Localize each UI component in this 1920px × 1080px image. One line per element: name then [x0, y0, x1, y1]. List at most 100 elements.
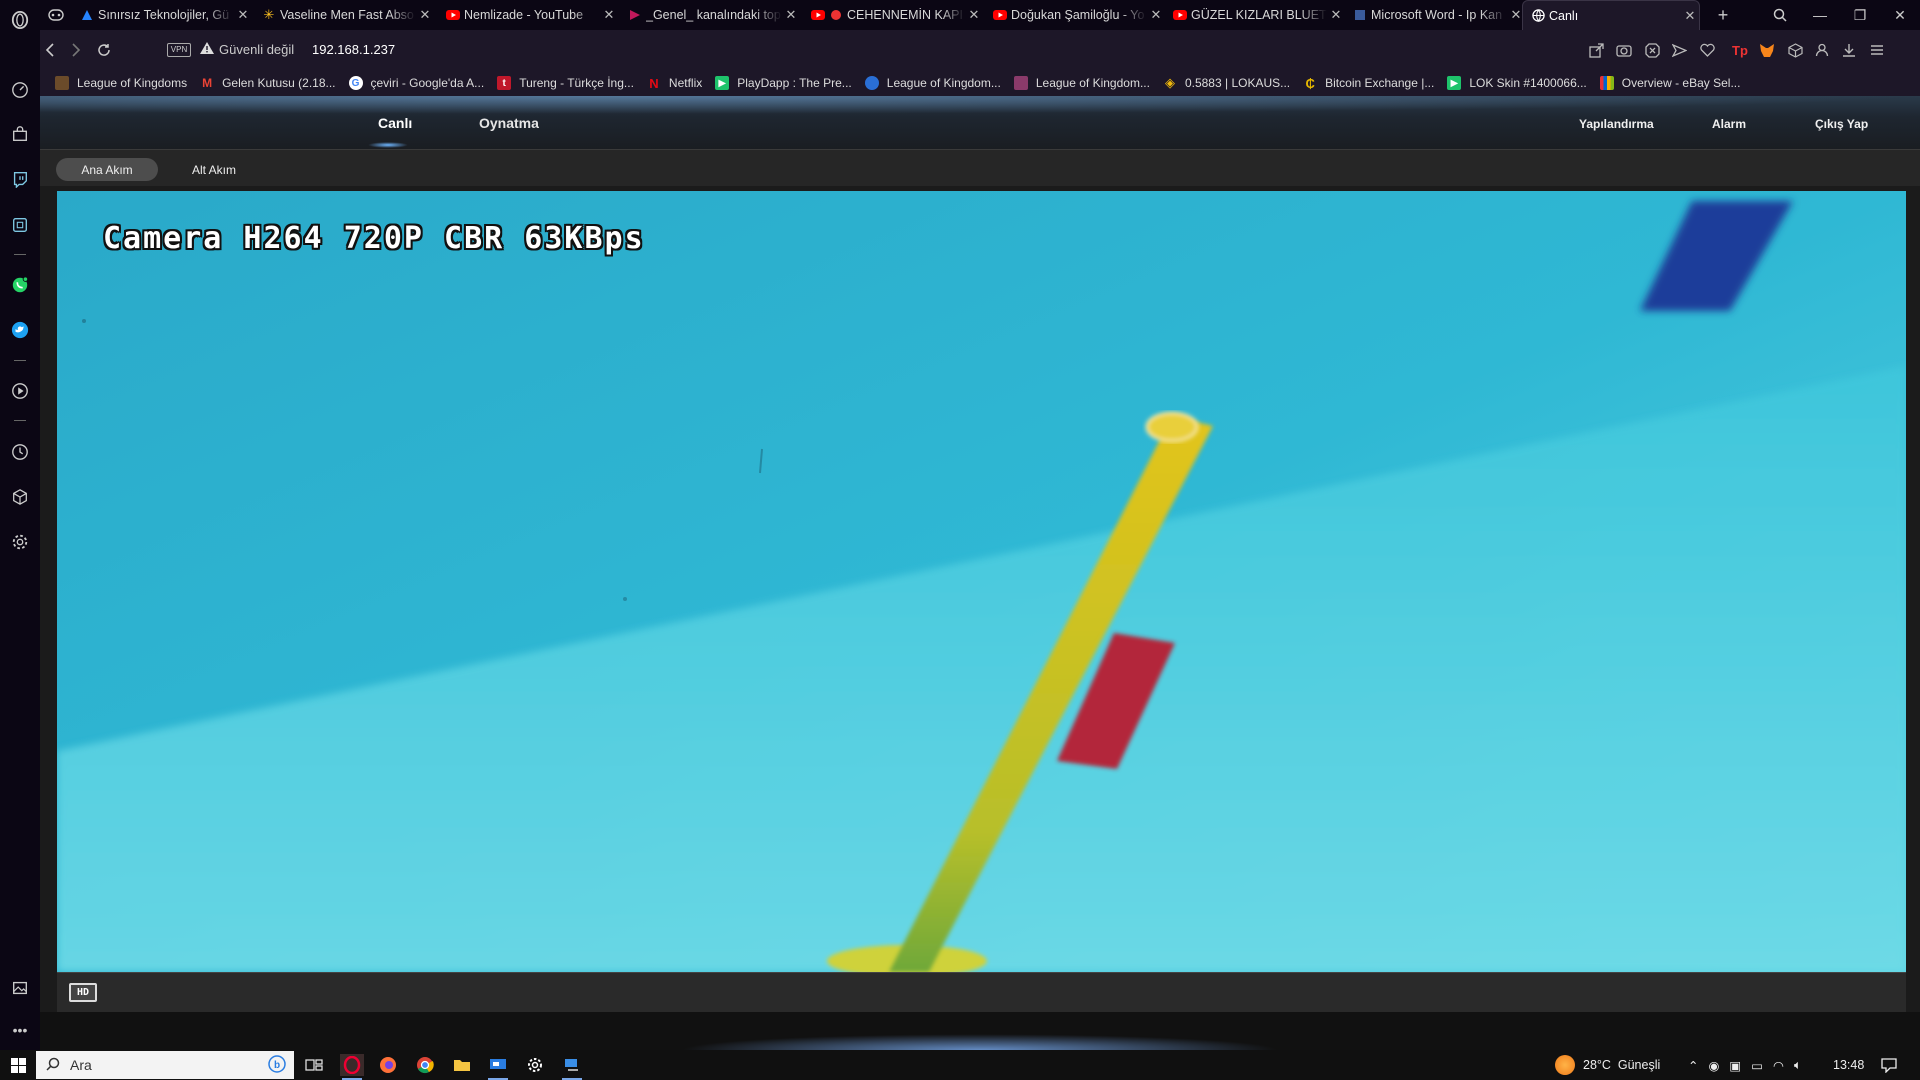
bookmark-item[interactable]: ◈ 0.5883 | LOKAUS...	[1163, 75, 1290, 90]
browser-sidebar: •••	[0, 0, 40, 1050]
bookmark-item[interactable]: ▶ LOK Skin #1400066...	[1447, 76, 1587, 90]
tureng-icon: t	[497, 76, 512, 90]
whatsapp-icon[interactable]	[10, 275, 30, 295]
weather-widget[interactable]: 28°C Güneşli	[1555, 1050, 1660, 1080]
close-icon[interactable]: ✕	[234, 7, 252, 23]
bookmark-item[interactable]: ▶ PlayDapp : The Pre...	[715, 76, 852, 90]
bookmark-item[interactable]: League of Kingdoms	[55, 76, 187, 90]
action-center-icon[interactable]	[1881, 1050, 1897, 1080]
bookmark-item[interactable]: t Tureng - Türkçe İng...	[497, 76, 634, 90]
metamask-fox-icon[interactable]	[1758, 41, 1776, 59]
nav-logout[interactable]: Çıkış Yap	[1815, 117, 1868, 131]
volume-icon[interactable]: 🔈︎	[1794, 1058, 1802, 1073]
live-video-view[interactable]: Camera H264 720P CBR 63KBps	[57, 191, 1906, 972]
window-close-icon[interactable]: ✕	[1880, 0, 1920, 30]
bookmark-item[interactable]: League of Kingdom...	[864, 76, 1001, 90]
tp-extension-icon[interactable]: Tp	[1731, 41, 1749, 59]
search-icon	[46, 1057, 60, 1074]
nav-alarm[interactable]: Alarm	[1712, 117, 1746, 131]
image-gallery-icon[interactable]	[10, 978, 30, 998]
close-icon[interactable]: ✕	[416, 7, 434, 23]
clock[interactable]: 13:48	[1833, 1050, 1864, 1080]
back-icon[interactable]	[40, 40, 60, 60]
remote-desktop-icon[interactable]	[486, 1054, 510, 1080]
send-icon[interactable]	[1670, 41, 1688, 59]
task-view-icon[interactable]	[302, 1054, 326, 1076]
minimize-icon[interactable]: —	[1800, 0, 1840, 30]
vpn-badge[interactable]: VPN	[167, 43, 191, 57]
tab-title: Sınırsız Teknolojiler, Gü	[98, 8, 230, 22]
reload-icon[interactable]	[94, 40, 114, 60]
url-field[interactable]: 192.168.1.237	[312, 42, 395, 57]
tab-8-active[interactable]: Canlı ✕	[1522, 0, 1700, 30]
nav-playback[interactable]: Oynatma	[479, 115, 539, 131]
wifi-icon[interactable]: ◠	[1773, 1058, 1784, 1073]
network-app-icon[interactable]	[560, 1054, 584, 1080]
extensions-cube-icon[interactable]	[10, 487, 30, 507]
close-icon[interactable]: ✕	[1327, 7, 1345, 23]
taskbar-search[interactable]: Ara b	[36, 1051, 294, 1079]
forward-icon[interactable]	[66, 40, 86, 60]
shopping-bag-icon[interactable]	[10, 124, 30, 144]
share-icon[interactable]	[1587, 41, 1605, 59]
new-tab-plus-icon[interactable]: +	[1703, 0, 1743, 30]
tab-1[interactable]: ✳ Vaseline Men Fast Abso ✕	[254, 0, 434, 30]
bing-icon[interactable]: b	[268, 1054, 286, 1076]
player-icon[interactable]	[10, 381, 30, 401]
more-options-icon[interactable]: •••	[10, 1020, 30, 1040]
adblock-icon[interactable]	[1643, 41, 1661, 59]
nav-configuration[interactable]: Yapılandırma	[1579, 117, 1654, 131]
download-icon[interactable]	[1840, 41, 1858, 59]
twitter-icon[interactable]	[10, 320, 30, 340]
opera-app-icon[interactable]	[340, 1054, 364, 1080]
history-icon[interactable]	[10, 442, 30, 462]
tab-3[interactable]: _Genel_ kanalındaki top ✕	[620, 0, 800, 30]
settings-gear-icon[interactable]	[10, 532, 30, 552]
tab-7[interactable]: Microsoft Word - Ip Kan ✕	[1345, 0, 1525, 30]
close-icon[interactable]: ✕	[1147, 7, 1165, 23]
settings-app-icon[interactable]	[523, 1054, 547, 1076]
easy-setup-menu-icon[interactable]	[1868, 41, 1886, 59]
close-icon[interactable]: ✕	[600, 7, 618, 23]
sub-stream-button[interactable]: Alt Akım	[163, 158, 265, 181]
tab-5[interactable]: Doğukan Şamiloğlu - Yo ✕	[985, 0, 1165, 30]
extensions-icon[interactable]	[1786, 41, 1804, 59]
firefox-icon[interactable]	[376, 1054, 400, 1076]
globe-icon	[1531, 9, 1545, 23]
main-stream-button[interactable]: Ana Akım	[56, 158, 158, 181]
workspaces-icon[interactable]	[40, 0, 68, 30]
opera-logo-icon[interactable]	[10, 10, 30, 30]
chrome-icon[interactable]	[413, 1054, 437, 1076]
chevron-up-icon[interactable]: ⌃	[1688, 1058, 1698, 1073]
security-indicator[interactable]: Güvenli değil	[200, 42, 294, 57]
crypto-wallet-icon[interactable]	[10, 215, 30, 235]
heart-icon[interactable]	[1698, 41, 1716, 59]
twitch-icon[interactable]	[10, 169, 30, 189]
notification-icon[interactable]: ▣	[1729, 1058, 1741, 1073]
bookmark-item[interactable]: Gçeviri - Google'da A...	[348, 76, 484, 90]
profile-icon[interactable]	[1813, 41, 1831, 59]
nav-live[interactable]: Canlı	[378, 115, 412, 131]
battery-icon[interactable]: ▭	[1751, 1058, 1763, 1073]
bookmark-item[interactable]: ₵ Bitcoin Exchange |...	[1303, 76, 1434, 91]
bookmark-item[interactable]: M Gelen Kutusu (2.18...	[200, 76, 335, 90]
tab-search-icon[interactable]	[1760, 0, 1800, 30]
tab-0[interactable]: Sınırsız Teknolojiler, Gü ✕	[72, 0, 252, 30]
tab-6[interactable]: GÜZEL KIZLARI BLUETO ✕	[1165, 0, 1345, 30]
close-icon[interactable]: ✕	[965, 7, 983, 23]
bookmark-item[interactable]: N Netflix	[647, 76, 702, 91]
atlassian-icon	[80, 8, 94, 22]
restore-icon[interactable]: ❐	[1840, 0, 1880, 30]
tab-2[interactable]: Nemlizade - YouTube ✕	[438, 0, 618, 30]
close-icon[interactable]: ✕	[782, 7, 800, 23]
file-explorer-icon[interactable]	[450, 1054, 474, 1076]
tab-4[interactable]: CEHENNEMİN KAPI ✕	[803, 0, 983, 30]
windows-start-icon[interactable]	[0, 1050, 36, 1080]
snapshot-camera-icon[interactable]	[1615, 41, 1633, 59]
bookmark-item[interactable]: League of Kingdom...	[1013, 76, 1150, 90]
close-icon[interactable]: ✕	[1681, 8, 1699, 24]
record-icon[interactable]: ◉	[1708, 1058, 1719, 1073]
speed-dial-icon[interactable]	[10, 80, 30, 100]
bookmark-item[interactable]: Overview - eBay Sel...	[1599, 76, 1740, 90]
hd-quality-button[interactable]: HD	[69, 983, 97, 1002]
